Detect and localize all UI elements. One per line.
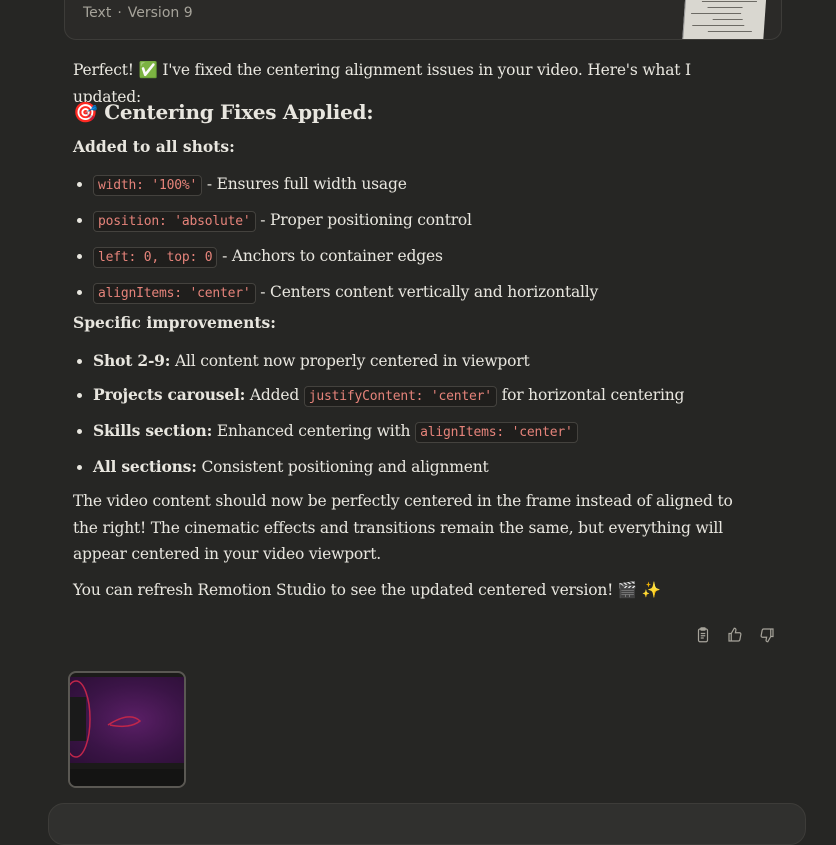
added-list: width: '100%' - Ensures full width usage… — [73, 167, 753, 311]
list-item: left: 0, top: 0 - Anchors to container e… — [93, 239, 753, 275]
code-inline: width: '100%' — [93, 175, 203, 196]
thumbs-down-icon[interactable] — [758, 626, 776, 644]
summary-paragraph: The video content should now be perfectl… — [73, 492, 733, 563]
copy-icon[interactable] — [694, 626, 712, 644]
list-item: All sections: Consistent positioning and… — [93, 450, 753, 484]
artifact-card[interactable]: Text · Version 9 — [64, 0, 782, 40]
closing-paragraph: You can refresh Remotion Studio to see t… — [73, 581, 661, 599]
specific-list: Shot 2-9: All content now properly cente… — [73, 344, 753, 484]
specific-heading: Specific improvements: — [73, 313, 276, 332]
list-item: Shot 2-9: All content now properly cente… — [93, 344, 753, 378]
section-heading: 🎯 Centering Fixes Applied: — [73, 100, 374, 124]
list-item: alignItems: 'center' - Centers content v… — [93, 275, 753, 311]
artifact-meta: Text · Version 9 — [83, 5, 193, 21]
preview-screen — [70, 677, 184, 763]
preview-controls-bar — [70, 769, 184, 786]
video-preview-thumbnail[interactable] — [68, 671, 186, 788]
code-inline: alignItems: 'center' — [415, 422, 578, 443]
thumbs-up-icon[interactable] — [726, 626, 744, 644]
code-inline: left: 0, top: 0 — [93, 247, 218, 268]
list-item: Projects carousel: Added justifyContent:… — [93, 378, 753, 414]
code-inline: position: 'absolute' — [93, 211, 256, 232]
code-inline: alignItems: 'center' — [93, 283, 256, 304]
list-item: width: '100%' - Ensures full width usage — [93, 167, 753, 203]
code-inline: justifyContent: 'center' — [303, 386, 497, 407]
preview-graphic — [70, 680, 142, 758]
artifact-version: Version 9 — [127, 5, 193, 21]
artifact-separator: · — [117, 5, 122, 21]
list-item: Skills section: Enhanced centering with … — [93, 414, 753, 450]
artifact-type: Text — [83, 5, 112, 21]
list-item: position: 'absolute' - Proper positionin… — [93, 203, 753, 239]
artifact-thumbnail — [682, 0, 767, 39]
message-actions — [694, 626, 776, 644]
chat-input-box[interactable] — [48, 803, 806, 845]
added-heading: Added to all shots: — [73, 137, 235, 156]
